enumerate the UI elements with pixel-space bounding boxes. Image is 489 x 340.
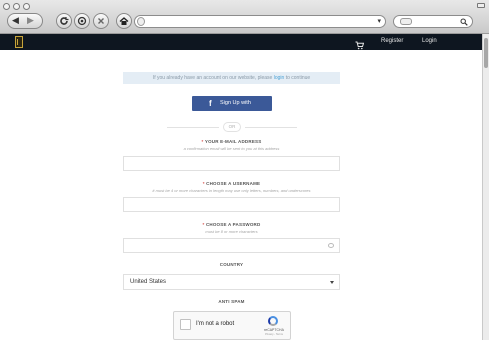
recaptcha-label: I'm not a robot bbox=[196, 321, 235, 327]
username-hint: it must be 4 or more characters in lengt… bbox=[152, 188, 311, 193]
email-label: * YOUR E-MAIL ADDRESS bbox=[201, 139, 262, 144]
reload-button[interactable] bbox=[56, 13, 72, 29]
search-engine-icon[interactable] bbox=[400, 18, 412, 25]
notice-login-link[interactable]: login bbox=[274, 75, 285, 81]
recaptcha-terms-link[interactable]: Privacy - Terms bbox=[260, 333, 288, 336]
forward-button[interactable]: ▶ bbox=[27, 15, 34, 26]
divider-line bbox=[167, 127, 219, 128]
back-forward-group: ◀ ▶ bbox=[7, 13, 43, 29]
facebook-signup-button[interactable]: f Sign Up with Facebook bbox=[192, 96, 272, 121]
recaptcha-brand: reCAPTCHA bbox=[264, 328, 284, 332]
home-icon bbox=[119, 17, 129, 25]
recaptcha-checkbox[interactable] bbox=[180, 319, 191, 330]
back-button[interactable]: ◀ bbox=[12, 15, 19, 26]
divider-line bbox=[245, 127, 297, 128]
site-logo[interactable] bbox=[15, 36, 23, 48]
minimize-window-icon[interactable] bbox=[13, 3, 20, 10]
close-tab-button[interactable] bbox=[93, 13, 109, 29]
toolbar-toggle-icon[interactable] bbox=[477, 3, 485, 8]
email-hint: a confirmation email will be sent to you… bbox=[183, 146, 280, 151]
site-identity-icon[interactable] bbox=[137, 17, 145, 26]
close-window-icon[interactable] bbox=[3, 3, 10, 10]
email-field[interactable] bbox=[123, 156, 340, 171]
home-button[interactable] bbox=[116, 13, 132, 29]
notice-suffix: to continue bbox=[284, 75, 311, 81]
password-hint: must be 8 or more characters bbox=[205, 229, 258, 234]
or-divider: OR bbox=[167, 122, 297, 132]
password-field[interactable] bbox=[123, 238, 340, 253]
reload-icon bbox=[60, 17, 69, 25]
scrollbar-thumb[interactable] bbox=[484, 38, 488, 68]
password-label: * CHOOSE A PASSWORD bbox=[202, 222, 261, 227]
search-icon[interactable] bbox=[460, 16, 468, 29]
username-field[interactable] bbox=[123, 197, 340, 212]
username-label: * CHOOSE A USERNAME bbox=[202, 181, 261, 186]
stop-icon bbox=[77, 16, 87, 26]
country-label: COUNTRY bbox=[219, 262, 244, 267]
show-password-icon[interactable] bbox=[328, 243, 334, 248]
cart-icon[interactable] bbox=[355, 37, 365, 50]
recaptcha-logo-icon bbox=[268, 316, 278, 326]
zoom-window-icon[interactable] bbox=[23, 3, 30, 10]
antispam-label: ANTI SPAM bbox=[218, 299, 245, 304]
login-notice: If you already have an account on our we… bbox=[123, 72, 340, 84]
site-header: Register Login bbox=[0, 34, 482, 50]
registration-page: If you already have an account on our we… bbox=[0, 50, 482, 340]
recaptcha-widget: I'm not a robot reCAPTCHA Privacy - Term… bbox=[173, 311, 291, 340]
stop-button[interactable] bbox=[74, 13, 90, 29]
country-select[interactable]: United States bbox=[123, 274, 340, 290]
url-dropdown-icon[interactable]: ▾ bbox=[377, 16, 381, 27]
login-link[interactable]: Login bbox=[422, 38, 437, 44]
search-bar[interactable] bbox=[393, 15, 473, 28]
close-icon bbox=[98, 18, 104, 24]
facebook-icon: f bbox=[209, 99, 212, 108]
or-label: OR bbox=[223, 122, 241, 132]
chevron-down-icon bbox=[330, 281, 334, 284]
register-link[interactable]: Register bbox=[381, 38, 403, 44]
browser-toolbar: ◀ ▶ ▾ bbox=[0, 0, 489, 34]
country-value: United States bbox=[130, 279, 167, 285]
address-bar[interactable]: ▾ bbox=[134, 15, 386, 28]
page-scrollbar[interactable] bbox=[482, 34, 489, 340]
notice-text: If you already have an account on our we… bbox=[152, 75, 274, 81]
